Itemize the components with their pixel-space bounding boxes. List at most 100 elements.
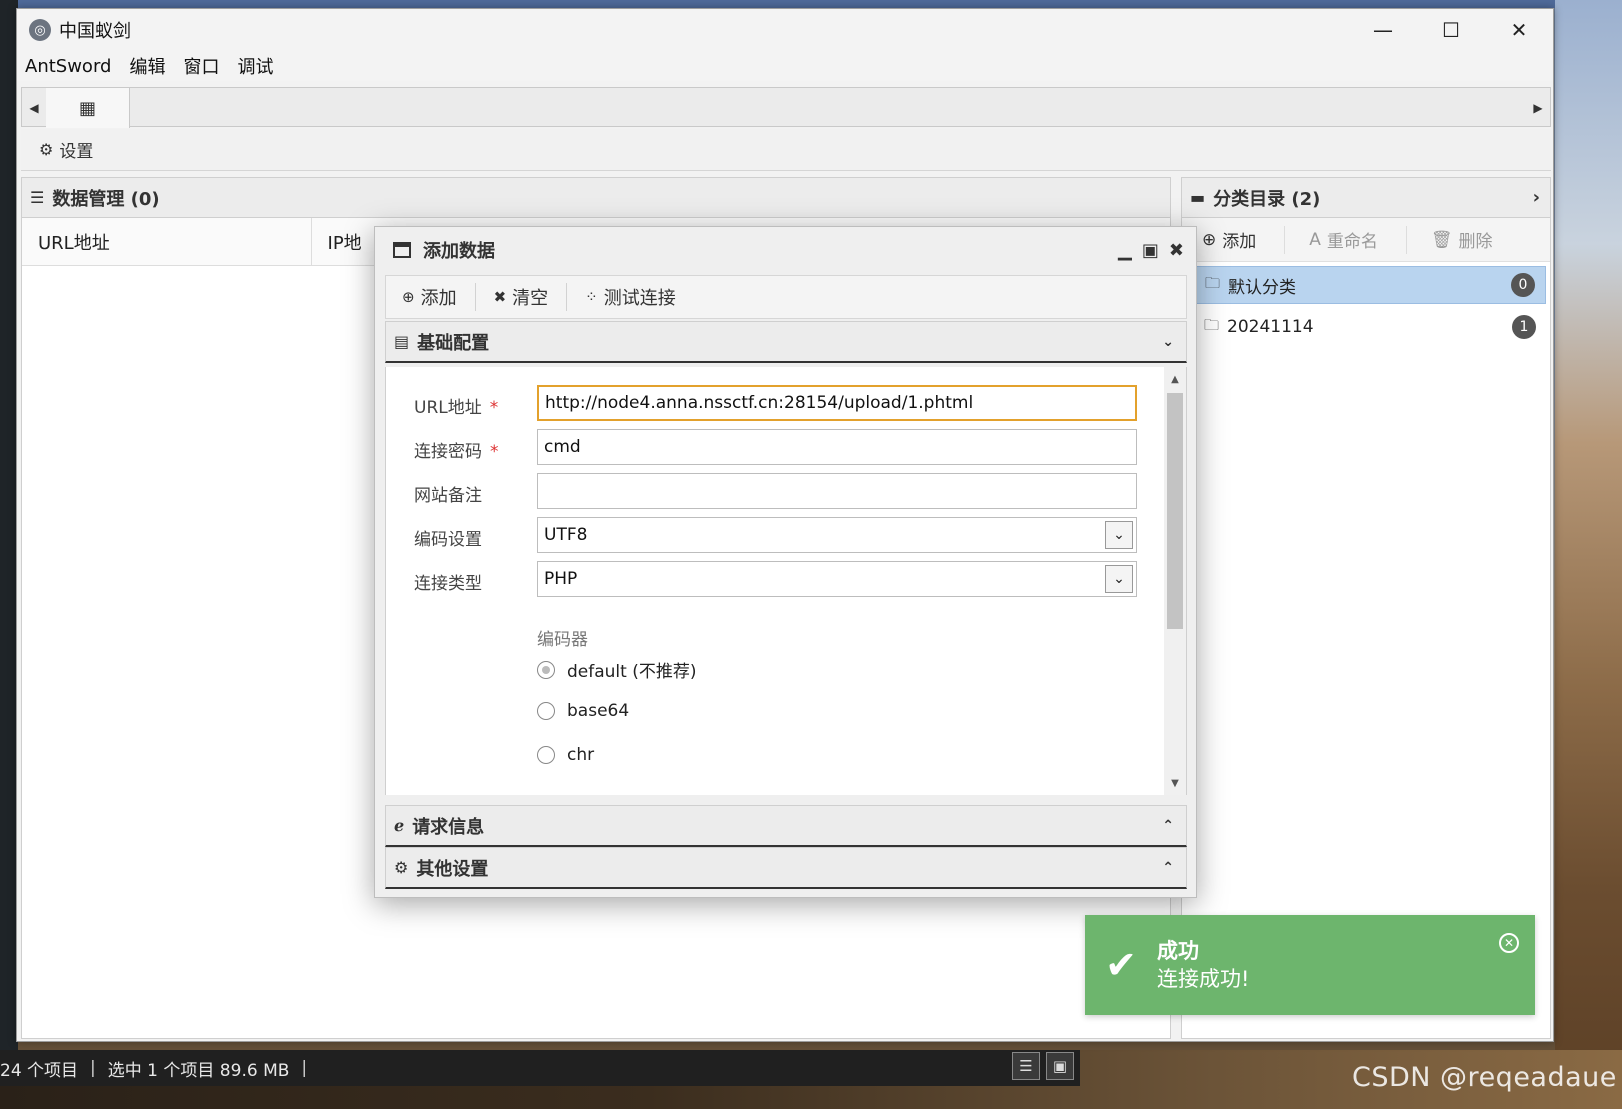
maximize-button[interactable]: ☐ xyxy=(1417,9,1485,51)
scrollbar-thumb[interactable] xyxy=(1167,393,1183,629)
note-label: 网站备注 xyxy=(414,486,482,506)
test-connection-label: 测试连接 xyxy=(603,288,676,309)
encoder-option-base64[interactable]: base64 xyxy=(537,701,629,721)
encoder-title: 编码器 xyxy=(537,630,588,650)
encoding-label: 编码设置 xyxy=(414,530,482,550)
document-icon: ▤ xyxy=(394,332,410,351)
encoding-select[interactable]: UTF8 ⌄ xyxy=(537,517,1137,553)
menu-debug[interactable]: 调试 xyxy=(237,53,273,79)
tab-home[interactable]: ▦ xyxy=(46,88,130,128)
data-panel-title: 数据管理 (0) xyxy=(52,188,160,210)
dialog-close-icon[interactable]: ✖ xyxy=(1169,240,1184,261)
category-rename-button[interactable]: A 重命名 xyxy=(1309,227,1378,253)
dialog-minimize-icon[interactable]: ▁ xyxy=(1118,240,1132,261)
dialog-add-button[interactable]: ⊕ 添加 xyxy=(402,284,457,310)
column-url[interactable]: URL地址 xyxy=(22,218,312,266)
chevron-down-icon[interactable]: ⌄ xyxy=(1105,565,1133,593)
chevron-down-icon[interactable]: ⌄ xyxy=(1105,521,1133,549)
encoder-option-chr[interactable]: chr xyxy=(537,745,594,765)
list-icon: ☰ xyxy=(30,188,45,207)
check-icon: ✔ xyxy=(1105,943,1137,987)
basic-config-form: URL地址 * http://node4.anna.nssctf.cn:28154… xyxy=(385,367,1187,795)
category-delete-button[interactable]: 🗑 删除 xyxy=(1430,227,1493,253)
font-icon: A xyxy=(1309,229,1321,250)
category-item-20241114[interactable]: 🗀 20241114 1 xyxy=(1186,308,1546,346)
scroll-up-icon[interactable]: ▲ xyxy=(1164,369,1186,389)
chevron-up-icon: ⌃ xyxy=(1162,859,1174,876)
gears-icon: ⚙ xyxy=(394,858,409,877)
folder-open-icon: 🗀 xyxy=(1204,315,1220,334)
plus-circle-icon: ⊕ xyxy=(402,288,415,306)
url-input[interactable]: http://node4.anna.nssctf.cn:28154/upload… xyxy=(537,385,1137,421)
dialog-clear-button[interactable]: ✖ 清空 xyxy=(494,284,549,310)
toast-close-icon[interactable]: ✕ xyxy=(1499,933,1519,953)
folder-open-icon: 🗀 xyxy=(1205,273,1221,292)
category-item-label: 20241114 xyxy=(1227,317,1314,337)
chevron-down-icon: ⌄ xyxy=(1162,333,1174,350)
trash-icon: 🗑 xyxy=(1430,229,1453,250)
add-data-dialog: 添加数据 ▁ ▣ ✖ ⊕ 添加 ✖ 清空 ⁘ 测试连接 ▤ 基础配置 ⌄ URL… xyxy=(374,226,1197,898)
plus-circle-icon: ⊕ xyxy=(1202,229,1217,250)
category-panel-header: ▬ 分类目录 (2) › xyxy=(1182,178,1550,218)
dialog-clear-label: 清空 xyxy=(512,288,549,309)
menu-edit[interactable]: 编辑 xyxy=(129,53,165,79)
tiles-view-icon[interactable]: ▣ xyxy=(1046,1052,1074,1080)
tab-scroll-right-icon[interactable]: ▶ xyxy=(1526,88,1550,128)
spinner-icon: ⁘ xyxy=(585,288,598,306)
url-row: URL地址 * http://node4.anna.nssctf.cn:28154… xyxy=(386,385,1156,421)
category-count-badge: 1 xyxy=(1512,315,1536,339)
window-icon xyxy=(393,242,411,258)
section-basic-title: 基础配置 xyxy=(417,332,490,354)
view-toggle: ☰ ▣ xyxy=(1012,1052,1074,1080)
dialog-maximize-icon[interactable]: ▣ xyxy=(1142,240,1159,261)
type-select[interactable]: PHP ⌄ xyxy=(537,561,1137,597)
encoder-option-default[interactable]: default (不推荐) xyxy=(537,657,696,682)
tab-scroll-left-icon[interactable]: ◀ xyxy=(22,88,46,128)
encoding-value: UTF8 xyxy=(544,525,588,545)
note-input[interactable] xyxy=(537,473,1137,509)
minimize-button[interactable]: — xyxy=(1349,9,1417,51)
scroll-down-icon[interactable]: ▼ xyxy=(1164,773,1186,793)
gear-icon: ⚙ xyxy=(39,140,54,159)
desktop-background-top xyxy=(0,0,1622,8)
menu-window[interactable]: 窗口 xyxy=(183,53,219,79)
section-basic-config[interactable]: ▤ 基础配置 ⌄ xyxy=(385,321,1187,363)
title-bar[interactable]: ◎ 中国蚁剑 — ☐ ✕ xyxy=(17,9,1553,51)
browser-icon: ℯ xyxy=(394,816,405,835)
settings-button[interactable]: 设置 xyxy=(59,137,93,162)
settings-toolbar: ⚙ 设置 xyxy=(21,129,1551,171)
toolbar-divider xyxy=(1284,225,1286,254)
watermark: CSDN @reqeadaue xyxy=(1352,1062,1617,1093)
dialog-title-bar[interactable]: 添加数据 ▁ ▣ ✖ xyxy=(375,227,1196,273)
app-logo-icon: ◎ xyxy=(29,19,51,41)
category-add-button[interactable]: ⊕ 添加 xyxy=(1202,227,1257,253)
category-item-default[interactable]: 🗀 默认分类 0 xyxy=(1186,266,1546,304)
category-delete-label: 删除 xyxy=(1458,232,1493,252)
details-view-icon[interactable]: ☰ xyxy=(1012,1052,1040,1080)
dialog-add-label: 添加 xyxy=(420,288,457,309)
tab-strip: ◀ ▦ ▶ xyxy=(21,87,1551,128)
test-connection-button[interactable]: ⁘ 测试连接 xyxy=(585,284,676,310)
password-row: 连接密码 * cmd xyxy=(386,429,1156,465)
explorer-status-bar: 24 个项目 | 选中 1 个项目 89.6 MB | xyxy=(0,1050,1080,1086)
section-other-settings[interactable]: ⚙ 其他设置 ⌃ xyxy=(385,847,1187,889)
password-input[interactable]: cmd xyxy=(537,429,1137,465)
window-title: 中国蚁剑 xyxy=(59,21,131,42)
menu-antsword[interactable]: AntSword xyxy=(25,56,111,77)
radio-icon xyxy=(537,702,555,720)
url-label: URL地址 * xyxy=(414,398,499,418)
encoder-option-label: default (不推荐) xyxy=(567,662,697,682)
form-scrollbar[interactable]: ▲ ▼ xyxy=(1164,367,1186,795)
success-toast: ✔ 成功 连接成功! ✕ xyxy=(1085,915,1535,1015)
toolbar-divider xyxy=(474,283,476,311)
close-button[interactable]: ✕ xyxy=(1485,9,1553,51)
x-icon: ✖ xyxy=(493,288,507,306)
category-add-label: 添加 xyxy=(1222,232,1257,252)
chevron-right-icon[interactable]: › xyxy=(1533,187,1540,208)
section-request-info[interactable]: ℯ 请求信息 ⌃ xyxy=(385,805,1187,847)
note-row: 网站备注 xyxy=(386,473,1156,509)
section-request-title: 请求信息 xyxy=(412,816,485,838)
status-divider: | xyxy=(301,1058,308,1078)
dialog-title: 添加数据 xyxy=(423,241,495,262)
item-count: 24 个项目 xyxy=(0,1060,79,1081)
